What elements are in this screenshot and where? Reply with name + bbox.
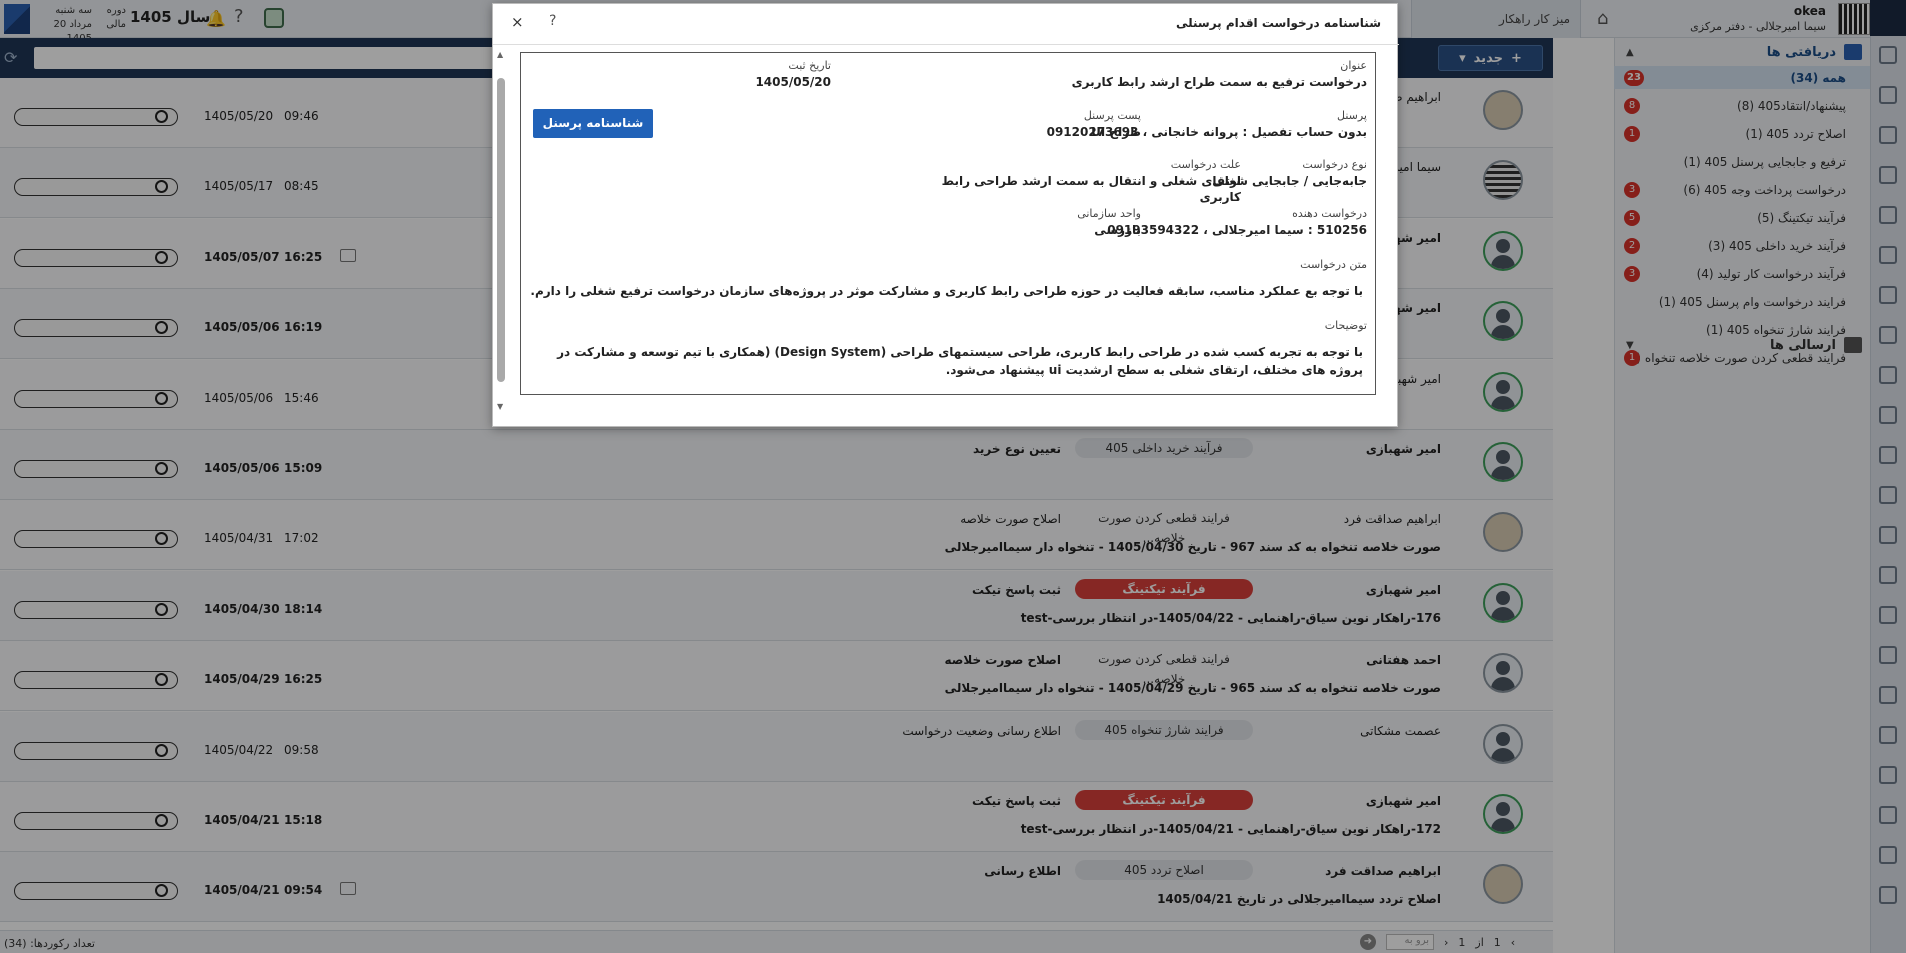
field-reason-value: ارتقای شغلی و انتقال به سمت ارشد طراحی ر… [941, 174, 1241, 204]
help-icon[interactable]: ? [549, 13, 556, 29]
description-text: با توجه به تجربه کسب شده در طراحی رابط ک… [557, 345, 1363, 377]
field-title-value: درخواست ترفیع به سمت طراح ارشد رابط کارب… [1071, 75, 1367, 89]
field-reason: علت درخواست ارتقای شغلی و انتقال به سمت … [941, 158, 1241, 205]
close-icon[interactable]: × [511, 13, 524, 31]
field-unit: واحد سازمانی بازرسی [941, 207, 1141, 238]
personnel-profile-button[interactable]: شناسنامه پرسنل [533, 109, 653, 138]
scroll-thumb[interactable] [497, 78, 505, 382]
field-unit-key: واحد سازمانی [1077, 207, 1141, 220]
field-title: عنوان درخواست ترفیع به سمت طراح ارشد راب… [887, 59, 1367, 90]
field-regdate-value: 1405/05/20 [755, 75, 831, 89]
modal-scrollbar[interactable]: ▲ ▼ [497, 50, 505, 411]
scroll-up-icon[interactable]: ▲ [497, 50, 503, 59]
field-text-label: متن درخواست [1067, 258, 1367, 272]
field-post-value: طراح UI [1091, 125, 1141, 139]
field-desc-label: توضیحات [1067, 319, 1367, 333]
request-modal: شناسنامه درخواست اقدام پرسنلی × ? ▲ ▼ عن… [492, 3, 1399, 427]
modal-divider [493, 44, 1399, 45]
field-reason-key: علت درخواست [1170, 158, 1241, 171]
field-desc-key: توضیحات [1324, 319, 1367, 332]
modal-title: شناسنامه درخواست اقدام پرسنلی [1175, 16, 1381, 30]
request-text: با توجه بع عملکرد مناسب، سابقه فعالیت در… [530, 284, 1363, 298]
field-text-key: متن درخواست [1300, 258, 1367, 271]
field-title-key: عنوان [1340, 59, 1367, 72]
scroll-down-icon[interactable]: ▼ [497, 402, 503, 411]
field-regdate: تاریخ ثبت 1405/05/20 [631, 59, 831, 90]
field-unit-value: بازرسی [1094, 223, 1141, 237]
field-post-key: پست پرسنل [1083, 109, 1141, 122]
field-regdate-key: تاریخ ثبت [788, 59, 831, 72]
request-details: عنوان درخواست ترفیع به سمت طراح ارشد راب… [520, 52, 1376, 395]
field-post: پست پرسنل طراح UI [941, 109, 1141, 140]
